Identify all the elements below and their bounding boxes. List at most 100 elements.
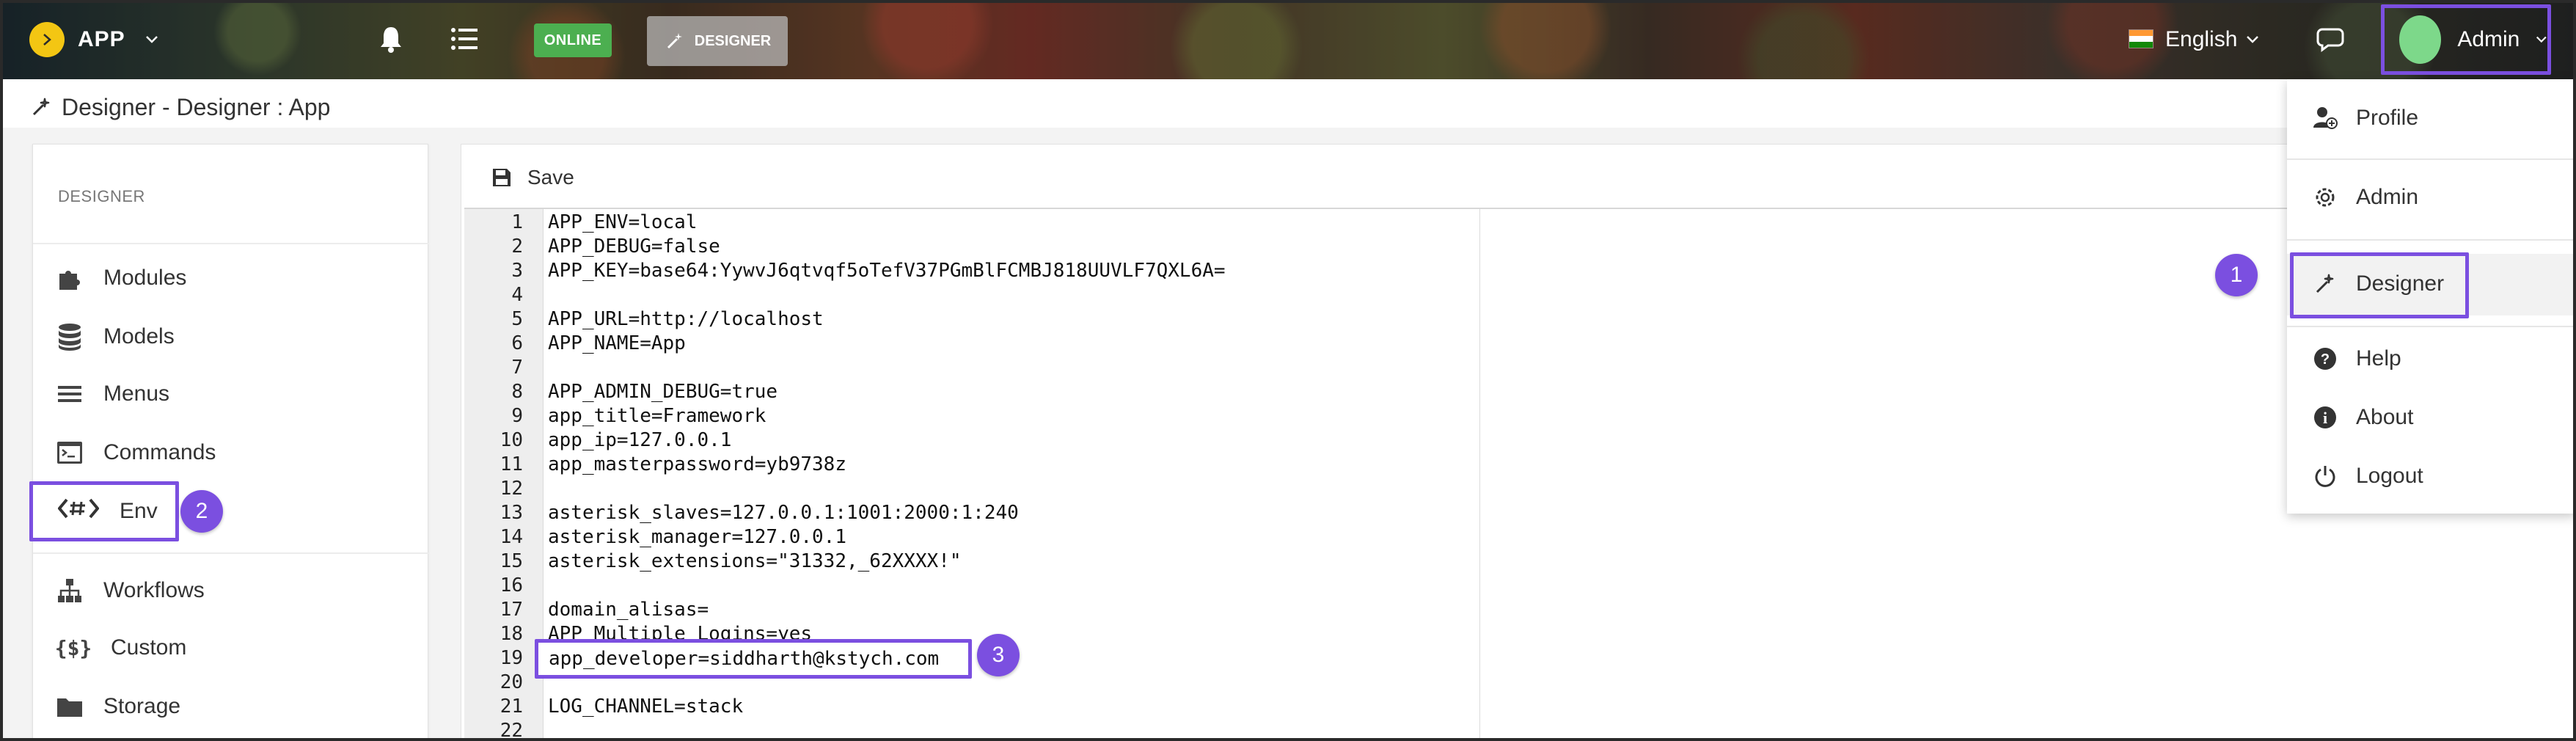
code-line[interactable]: APP_URL=http://localhost: [548, 307, 824, 332]
code-line[interactable]: asterisk_extensions="31332,_62XXXX!": [548, 550, 962, 574]
language-selector[interactable]: English: [2165, 21, 2259, 59]
user-dropdown-menu: Profile Admin Designer ? Help i About Lo…: [2287, 79, 2576, 514]
menu-item-label: Profile: [2356, 106, 2419, 130]
designer-sidebar: DESIGNER Modules Models Menus Commands W…: [32, 144, 429, 741]
code-line[interactable]: APP_DEBUG=false: [548, 235, 720, 259]
callout-badge-1: 1: [2215, 254, 2258, 296]
sidebar-item-storage[interactable]: Storage: [55, 685, 180, 729]
power-icon: [2312, 463, 2338, 489]
code-line[interactable]: asterisk_slaves=127.0.0.1:1001:2000:1:24…: [548, 501, 1019, 525]
chat-icon[interactable]: [2312, 21, 2353, 59]
print-margin: [1479, 209, 1480, 741]
line-number: 3: [511, 260, 523, 282]
code-line[interactable]: LOG_CHANNEL=stack: [548, 695, 743, 719]
code-line[interactable]: app_title=Framework: [548, 404, 766, 428]
braces-icon: {$}: [54, 635, 92, 660]
puzzle-icon: [55, 263, 84, 293]
sidebar-divider: [33, 243, 429, 244]
sidebar-item-env[interactable]: Env: [29, 481, 179, 541]
code-line[interactable]: APP_ADMIN_DEBUG=true: [548, 380, 777, 404]
india-flag-icon: [2129, 29, 2154, 48]
menu-item-profile[interactable]: Profile: [2287, 92, 2576, 144]
sidebar-title: DESIGNER: [58, 187, 145, 205]
folder-icon: [55, 692, 84, 721]
line-number: 1: [511, 211, 523, 233]
designer-mode-button[interactable]: DESIGNER: [647, 16, 788, 66]
magic-wand-icon: [32, 98, 50, 116]
sidebar-item-models[interactable]: Models: [55, 315, 175, 359]
sidebar-item-workflows[interactable]: Workflows: [55, 569, 205, 613]
list-icon[interactable]: [446, 21, 483, 57]
code-editor[interactable]: 1 2 3 4 5 6 7 8 9 10 11 12 13 14 15 16 17 18 19 20 21 22 APP_…: [464, 208, 2574, 741]
line-number: 14: [500, 526, 523, 548]
svg-text:?: ?: [2321, 351, 2330, 368]
line-number: 8: [511, 381, 523, 403]
menu-item-help[interactable]: ? Help: [2287, 333, 2576, 384]
user-menu-button[interactable]: Admin: [2381, 4, 2551, 75]
save-button[interactable]: Save: [492, 159, 574, 196]
line-number: 12: [500, 478, 523, 500]
env-editor-panel: Save 1 2 3 4 5 6 7 8 9 10 11 12 13 14 15 16 17 18 19 20 21 22…: [461, 144, 2574, 741]
notification-bell-icon[interactable]: [373, 21, 409, 57]
code-line[interactable]: APP_ENV=local: [548, 211, 698, 235]
app-logo-icon[interactable]: [29, 22, 65, 57]
designer-mode-label: DESIGNER: [694, 32, 772, 49]
sidebar-item-label: Env: [120, 499, 158, 523]
chevron-down-icon: [2536, 36, 2547, 43]
line-number-gutter: 1 2 3 4 5 6 7 8 9 10 11 12 13 14 15 16 17 18 19 20 21 22: [464, 209, 544, 741]
code-line[interactable]: app_ip=127.0.0.1: [548, 428, 731, 453]
line-number: 20: [500, 671, 523, 693]
chevron-down-icon[interactable]: [145, 22, 158, 57]
gear-icon: [2312, 184, 2338, 211]
highlighted-code-line[interactable]: app_developer=siddharth@kstych.com: [535, 639, 972, 679]
language-label: English: [2165, 27, 2238, 51]
sidebar-item-label: Workflows: [103, 578, 205, 602]
code-line[interactable]: APP_NAME=App: [548, 332, 686, 356]
app-name[interactable]: APP: [78, 22, 125, 57]
line-number: 2: [511, 236, 523, 258]
menu-item-label: Logout: [2356, 464, 2423, 488]
menu-item-label: Admin: [2356, 185, 2419, 209]
code-line[interactable]: APP_KEY=base64:YywvJ6qtvqf5oTefV37PGmBlF…: [548, 259, 1226, 283]
sidebar-item-label: Modules: [103, 266, 187, 290]
page-title: Designer - Designer : App: [62, 93, 331, 120]
sidebar-item-modules[interactable]: Modules: [55, 256, 186, 300]
sidebar-item-label: Storage: [103, 694, 181, 718]
env-code-icon: [57, 496, 100, 527]
callout-badge-2: 2: [180, 490, 223, 533]
line-number: 4: [511, 284, 523, 306]
line-number: 17: [500, 599, 523, 621]
menu-item-about[interactable]: i About: [2287, 392, 2576, 443]
line-number: 21: [500, 696, 523, 718]
line-number: 7: [511, 357, 523, 379]
sidebar-item-custom[interactable]: {$} Custom: [54, 626, 187, 670]
menu-divider: [2287, 158, 2576, 160]
code-line[interactable]: asterisk_manager=127.0.0.1: [548, 525, 846, 550]
chevron-down-icon: [2247, 36, 2259, 43]
code-line[interactable]: app_masterpassword=yb9738z: [548, 453, 846, 477]
add-user-icon: [2312, 105, 2338, 131]
line-number: 10: [500, 429, 523, 451]
line-number: 11: [500, 453, 523, 475]
line-number: 9: [511, 405, 523, 427]
user-name: Admin: [2457, 27, 2520, 51]
callout-badge-3: 3: [977, 634, 1020, 676]
sidebar-item-menus[interactable]: Menus: [55, 372, 169, 416]
menu-divider: [2287, 239, 2576, 241]
top-navbar: APP ONLINE DESIGNER English Admin: [0, 0, 2576, 79]
line-number: 22: [500, 720, 523, 741]
sidebar-item-label: Models: [103, 324, 175, 348]
magic-wand-icon: [667, 33, 682, 49]
line-number: 19: [500, 647, 523, 669]
terminal-icon: [55, 438, 84, 467]
menu-item-logout[interactable]: Logout: [2287, 450, 2576, 502]
sidebar-divider: [33, 552, 429, 554]
menu-item-label: About: [2356, 405, 2414, 429]
sidebar-item-commands[interactable]: Commands: [55, 431, 216, 475]
menu-item-label: Help: [2356, 346, 2401, 370]
menu-item-admin[interactable]: Admin: [2287, 172, 2576, 223]
sidebar-item-label: Commands: [103, 440, 216, 464]
code-line[interactable]: domain_alisas=: [548, 598, 709, 622]
line-number: 6: [511, 332, 523, 354]
line-number: 18: [500, 623, 523, 645]
